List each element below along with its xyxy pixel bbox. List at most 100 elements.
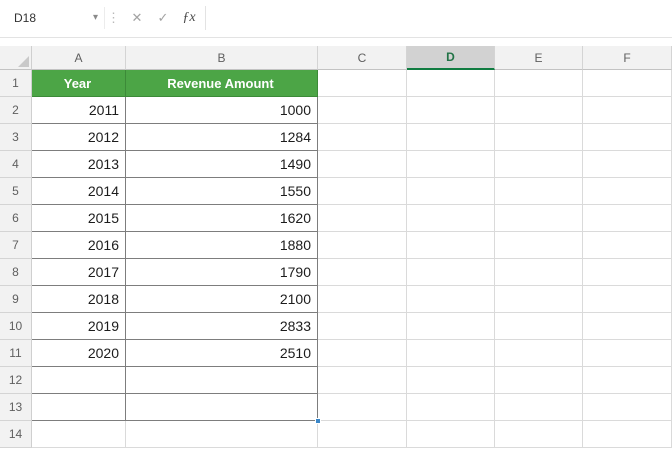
cell-B13[interactable] — [126, 394, 321, 424]
cell-D4[interactable] — [407, 151, 495, 178]
cell-F8[interactable] — [583, 259, 672, 286]
cell-A5[interactable]: 2014 — [32, 178, 126, 205]
cell-F12[interactable] — [583, 367, 672, 394]
cell-A4[interactable]: 2013 — [32, 151, 126, 178]
cell-A8[interactable]: 2017 — [32, 259, 126, 286]
cell-E14[interactable] — [495, 421, 583, 448]
row-header-13[interactable]: 13 — [0, 394, 32, 421]
cell-D8[interactable] — [407, 259, 495, 286]
row-header-2[interactable]: 2 — [0, 97, 32, 124]
cell-D14[interactable] — [407, 421, 495, 448]
row-header-12[interactable]: 12 — [0, 367, 32, 394]
cell-E9[interactable] — [495, 286, 583, 313]
column-header-A[interactable]: A — [32, 46, 126, 70]
cell-A2[interactable]: 2011 — [32, 97, 126, 124]
fill-handle[interactable] — [315, 418, 321, 424]
cell-B2[interactable]: 1000 — [126, 97, 318, 124]
row-header-5[interactable]: 5 — [0, 178, 32, 205]
cell-D9[interactable] — [407, 286, 495, 313]
cell-D3[interactable] — [407, 124, 495, 151]
select-all-corner[interactable] — [0, 46, 32, 70]
cell-E5[interactable] — [495, 178, 583, 205]
cell-F4[interactable] — [583, 151, 672, 178]
cell-F14[interactable] — [583, 421, 672, 448]
cell-C6[interactable] — [318, 205, 407, 232]
column-header-E[interactable]: E — [495, 46, 583, 70]
cell-B5[interactable]: 1550 — [126, 178, 318, 205]
insert-function-icon[interactable]: ƒx — [177, 6, 201, 30]
cell-A1[interactable]: Year — [32, 70, 126, 97]
cell-A9[interactable]: 2018 — [32, 286, 126, 313]
formula-bar-input[interactable] — [206, 5, 666, 30]
cell-B11[interactable]: 2510 — [126, 340, 318, 367]
cell-A6[interactable]: 2015 — [32, 205, 126, 232]
cancel-icon[interactable]: ✕ — [125, 6, 149, 30]
cell-F7[interactable] — [583, 232, 672, 259]
cell-A13[interactable] — [32, 394, 126, 421]
cell-C4[interactable] — [318, 151, 407, 178]
column-header-F[interactable]: F — [583, 46, 672, 70]
cell-A14[interactable] — [32, 421, 126, 448]
cell-F3[interactable] — [583, 124, 672, 151]
cell-E8[interactable] — [495, 259, 583, 286]
row-header-9[interactable]: 9 — [0, 286, 32, 313]
cell-F13[interactable] — [583, 394, 672, 421]
row-header-7[interactable]: 7 — [0, 232, 32, 259]
column-header-D[interactable]: D — [407, 46, 495, 70]
cell-B3[interactable]: 1284 — [126, 124, 318, 151]
column-header-B[interactable]: B — [126, 46, 318, 70]
row-header-3[interactable]: 3 — [0, 124, 32, 151]
cell-E7[interactable] — [495, 232, 583, 259]
cell-D12[interactable] — [407, 367, 495, 394]
cell-C7[interactable] — [318, 232, 407, 259]
cell-A12[interactable] — [32, 367, 126, 394]
cell-C12[interactable] — [318, 367, 407, 394]
cell-B12[interactable] — [126, 367, 318, 394]
cell-F2[interactable] — [583, 97, 672, 124]
cell-E12[interactable] — [495, 367, 583, 394]
cell-A10[interactable]: 2019 — [32, 313, 126, 340]
cell-A11[interactable]: 2020 — [32, 340, 126, 367]
cell-F1[interactable] — [583, 70, 672, 97]
name-box[interactable]: D18 ▾ — [8, 6, 104, 30]
cell-E6[interactable] — [495, 205, 583, 232]
cell-C1[interactable] — [318, 70, 407, 97]
cell-B7[interactable]: 1880 — [126, 232, 318, 259]
cell-C10[interactable] — [318, 313, 407, 340]
cell-E3[interactable] — [495, 124, 583, 151]
cell-F6[interactable] — [583, 205, 672, 232]
cell-D2[interactable] — [407, 97, 495, 124]
cell-C14[interactable] — [318, 421, 407, 448]
cell-E4[interactable] — [495, 151, 583, 178]
cell-B10[interactable]: 2833 — [126, 313, 318, 340]
cell-C8[interactable] — [318, 259, 407, 286]
row-header-4[interactable]: 4 — [0, 151, 32, 178]
cell-D6[interactable] — [407, 205, 495, 232]
cell-D5[interactable] — [407, 178, 495, 205]
enter-icon[interactable]: ✓ — [151, 6, 175, 30]
cell-E1[interactable] — [495, 70, 583, 97]
cell-F11[interactable] — [583, 340, 672, 367]
cell-F10[interactable] — [583, 313, 672, 340]
row-header-1[interactable]: 1 — [0, 70, 32, 97]
name-box-dropdown-icon[interactable]: ▾ — [91, 12, 100, 23]
cell-C5[interactable] — [318, 178, 407, 205]
cell-B6[interactable]: 1620 — [126, 205, 318, 232]
cell-E11[interactable] — [495, 340, 583, 367]
cell-D10[interactable] — [407, 313, 495, 340]
cell-E13[interactable] — [495, 394, 583, 421]
cell-C3[interactable] — [318, 124, 407, 151]
cell-C13[interactable] — [318, 394, 407, 421]
cell-C9[interactable] — [318, 286, 407, 313]
cell-B9[interactable]: 2100 — [126, 286, 318, 313]
cell-B14[interactable] — [126, 421, 318, 448]
cell-D13[interactable] — [407, 394, 495, 421]
cell-F5[interactable] — [583, 178, 672, 205]
cell-B4[interactable]: 1490 — [126, 151, 318, 178]
cell-C2[interactable] — [318, 97, 407, 124]
row-header-10[interactable]: 10 — [0, 313, 32, 340]
row-header-11[interactable]: 11 — [0, 340, 32, 367]
cell-C11[interactable] — [318, 340, 407, 367]
cell-D7[interactable] — [407, 232, 495, 259]
cell-F9[interactable] — [583, 286, 672, 313]
